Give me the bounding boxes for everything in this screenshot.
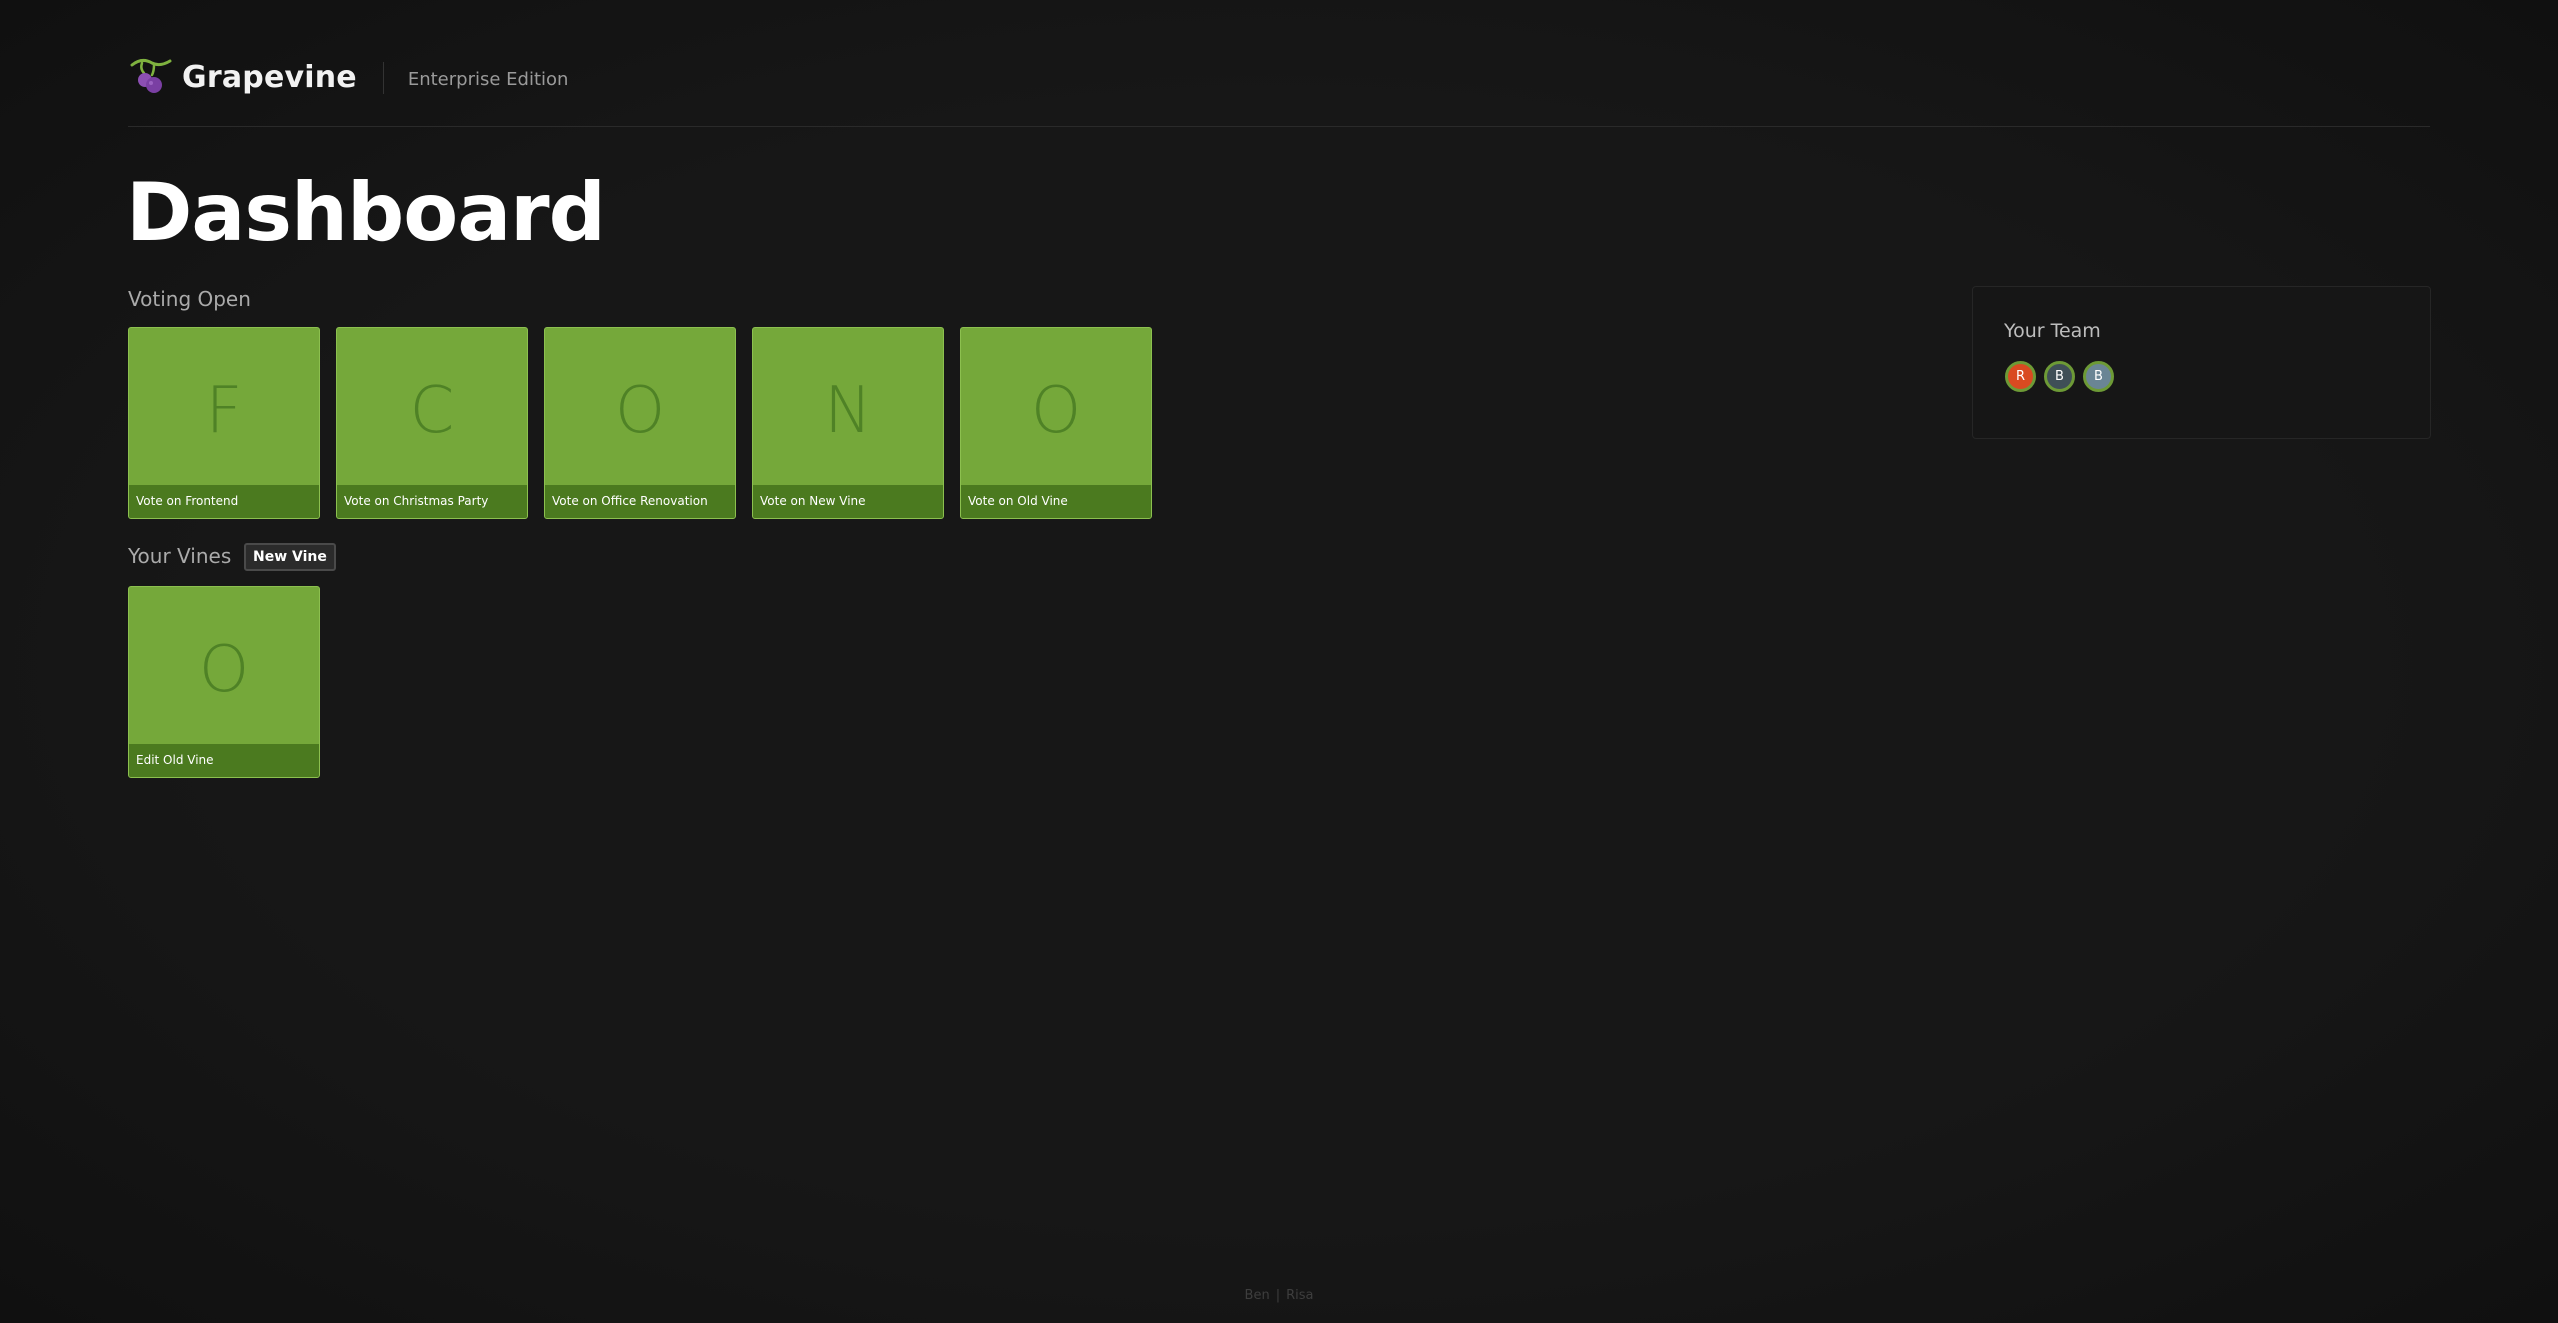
- grape-vine-icon: [130, 58, 172, 93]
- header-divider: [382, 62, 384, 94]
- vote-tile[interactable]: F Vote on Frontend: [128, 327, 320, 519]
- your-vines-heading: Your Vines: [128, 544, 232, 568]
- new-vine-button[interactable]: New Vine: [244, 543, 336, 571]
- vote-tile[interactable]: C Vote on Christmas Party: [336, 327, 528, 519]
- page: Grapevine Enterprise Edition Dashboard V…: [0, 0, 2558, 1323]
- tile-caption: Vote on New Vine: [753, 485, 943, 518]
- vine-tiles: O Edit Old Vine: [128, 586, 320, 778]
- vote-tile[interactable]: O Vote on Old Vine: [960, 327, 1152, 519]
- brand-name: Grapevine: [182, 59, 357, 95]
- tile-letter: O: [614, 374, 666, 448]
- tile-caption: Edit Old Vine: [129, 744, 319, 777]
- tile-letter: C: [409, 374, 455, 448]
- header: Grapevine Enterprise Edition: [128, 56, 2430, 127]
- vote-tile[interactable]: O Vote on Office Renovation: [544, 327, 736, 519]
- tile-caption: Vote on Frontend: [129, 485, 319, 518]
- vote-tile[interactable]: N Vote on New Vine: [752, 327, 944, 519]
- tile-letter: F: [205, 374, 243, 448]
- team-title: Your Team: [2004, 320, 2101, 342]
- footer-separator: |: [1275, 1288, 1281, 1303]
- tile-letter: O: [198, 633, 250, 707]
- footer: Ben | Risa: [0, 1288, 2558, 1303]
- footer-link-ben[interactable]: Ben: [1245, 1288, 1270, 1303]
- team-card: Your Team R B B: [1972, 286, 2431, 439]
- voting-tiles: F Vote on Frontend C Vote on Christmas P…: [128, 327, 1152, 519]
- footer-link-risa[interactable]: Risa: [1286, 1288, 1313, 1303]
- logo[interactable]: Grapevine: [128, 56, 357, 98]
- avatar[interactable]: B: [2083, 361, 2114, 392]
- avatar[interactable]: B: [2044, 361, 2075, 392]
- tile-letter: N: [824, 374, 872, 448]
- tile-caption: Vote on Office Renovation: [545, 485, 735, 518]
- vine-tile[interactable]: O Edit Old Vine: [128, 586, 320, 778]
- team-avatars: R B B: [2005, 361, 2114, 392]
- avatar[interactable]: R: [2005, 361, 2036, 392]
- tile-letter: O: [1030, 374, 1082, 448]
- voting-open-heading: Voting Open: [128, 287, 251, 311]
- tile-caption: Vote on Old Vine: [961, 485, 1151, 518]
- page-title: Dashboard: [126, 166, 606, 259]
- tile-caption: Vote on Christmas Party: [337, 485, 527, 518]
- edition-label: Enterprise Edition: [407, 69, 569, 90]
